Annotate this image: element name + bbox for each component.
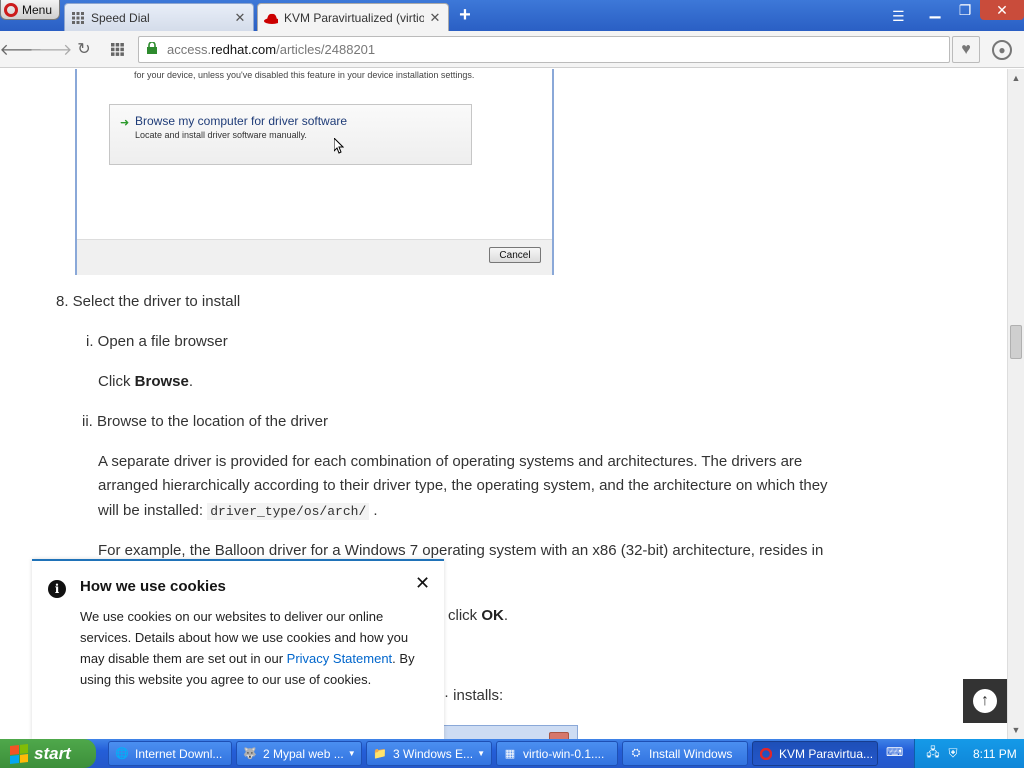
click-ok-fragment: click OK. <box>448 604 508 628</box>
driver-path-code: driver_type/os/arch/ <box>207 503 370 520</box>
mypal-icon: 🐺 <box>243 748 257 760</box>
taskbar-item-label: Install Windows <box>649 746 733 761</box>
tab-close-icon[interactable]: ✕ <box>428 10 442 26</box>
tab-title: Speed Dial <box>91 10 150 25</box>
taskbar-item-label: 2 Mypal web ... <box>263 746 344 761</box>
driver-paragraph-line-1: A separate driver is provided for each c… <box>98 453 803 470</box>
taskbar-item-idm[interactable]: 🌐 Internet Downl... <box>108 741 232 766</box>
opera-menu-button[interactable]: Menu <box>0 0 60 20</box>
driver-paragraph-line-3: will be installed: driver_type/os/arch/ … <box>98 499 378 524</box>
line3-suffix: . <box>373 502 378 519</box>
tab-menu-icon[interactable]: ☰ <box>892 8 905 25</box>
dialog-footer: Cancel <box>77 239 552 275</box>
mouse-cursor-icon <box>333 136 345 157</box>
page-content: for your device, unless you've disabled … <box>0 69 1007 739</box>
dialog-cancel-button: Cancel <box>489 247 541 263</box>
dialog-partial-text: for your device, unless you've disabled … <box>134 70 475 80</box>
windows-logo-icon <box>10 743 28 764</box>
url-prefix: access. <box>167 42 212 57</box>
taskbar: start 🌐 Internet Downl... 🐺 2 Mypal web … <box>0 739 1024 768</box>
click-prefix: Click <box>98 373 135 390</box>
cookie-banner: i How we use cookies ✕ We use cookies on… <box>32 559 444 739</box>
install-icon: ⛭ <box>631 747 641 759</box>
start-label: start <box>34 743 71 763</box>
tab-kvm-article[interactable]: KVM Paravirtualized (virtio) Dr ✕ <box>257 3 449 31</box>
step-8-heading: 8. Select the driver to install <box>56 293 241 310</box>
url-domain: redhat.com <box>211 42 277 57</box>
cookie-close-icon[interactable]: ✕ <box>415 573 430 594</box>
keyboard-icon[interactable]: ⌨ <box>886 745 903 761</box>
line3-prefix: will be installed: <box>98 502 208 519</box>
option-subtitle: Locate and install driver software manua… <box>135 130 307 140</box>
security-icon[interactable]: ⛨ <box>945 746 961 762</box>
profile-icon[interactable]: ● <box>992 40 1012 60</box>
close-window-icon[interactable]: ✕ <box>980 0 1024 20</box>
speed-dial-icon[interactable] <box>107 39 127 59</box>
window-close-icon <box>549 732 569 739</box>
idm-icon: 🌐 <box>115 748 129 760</box>
reload-icon[interactable]: ↻ <box>74 39 94 59</box>
chevron-down-icon: ▼ <box>477 749 485 758</box>
menu-label: Menu <box>22 2 53 17</box>
minimize-icon[interactable]: ▁ <box>920 0 950 20</box>
lock-icon <box>147 41 157 57</box>
back-icon[interactable]: 🡐 <box>0 39 42 59</box>
click-browse-text: Click Browse. <box>98 370 193 394</box>
click-suffix: . <box>188 373 194 390</box>
vertical-scrollbar[interactable]: ▲ ▼ <box>1007 69 1024 739</box>
restore-icon[interactable]: ❐ <box>950 0 980 20</box>
new-tab-icon[interactable]: + <box>455 5 475 26</box>
forward-icon[interactable]: 🡒 <box>30 39 73 59</box>
scrollbar-thumb[interactable] <box>1010 325 1022 359</box>
bookmark-heart-icon[interactable]: ♥ <box>952 36 980 63</box>
taskbar-item-label: virtio-win-0.1.... <box>523 746 605 761</box>
substep-i-heading: i. Open a file browser <box>86 333 228 350</box>
green-arrow-icon: ➜ <box>120 117 130 129</box>
arrow-up-icon: ↑ <box>973 689 997 713</box>
substep-ii-heading: ii. Browse to the location of the driver <box>82 413 328 430</box>
option-title: Browse my computer for driver software <box>135 114 348 128</box>
scroll-up-icon[interactable]: ▲ <box>1008 70 1024 86</box>
scroll-down-icon[interactable]: ▼ <box>1008 722 1024 738</box>
taskbar-item-label: Internet Downl... <box>135 746 223 761</box>
info-icon: i <box>48 580 66 598</box>
click-fragment: click <box>448 607 482 624</box>
opera-logo-icon <box>4 2 18 17</box>
system-tray: 🖧 ⛨ 8:11 PM <box>914 739 1024 768</box>
redhat-icon <box>264 11 278 25</box>
taskbar-item-explorer[interactable]: 📁 3 Windows E... ▼ <box>366 741 492 766</box>
clock: 8:11 PM <box>973 746 1017 761</box>
ok-suffix: . <box>503 607 509 624</box>
privacy-statement-link[interactable]: Privacy Statement <box>287 651 393 666</box>
tab-bar: Menu Speed Dial ✕ KVM Paravirtualized (v… <box>0 0 1024 31</box>
driver-paragraph-line-2: arranged hierarchically according to the… <box>98 477 828 494</box>
taskbar-item-virtio[interactable]: ▦ virtio-win-0.1.... <box>496 741 618 766</box>
taskbar-item-label: KVM Paravirtua... <box>779 746 874 761</box>
browse-bold: Browse <box>134 373 189 390</box>
address-bar[interactable]: access. redhat.com/articles/2488201 <box>138 36 950 63</box>
tab-title: KVM Paravirtualized (virtio) Dr <box>284 10 424 25</box>
network-icon[interactable]: 🖧 <box>925 745 941 762</box>
taskbar-item-install-windows[interactable]: ⛭ Install Windows <box>622 741 748 766</box>
grid-icon <box>71 11 85 25</box>
opera-icon <box>759 747 773 761</box>
browse-driver-option: ➜ Browse my computer for driver software… <box>109 104 472 165</box>
chevron-down-icon: ▼ <box>347 749 356 758</box>
start-button[interactable]: start <box>0 739 96 768</box>
taskbar-item-opera[interactable]: KVM Paravirtua... <box>752 741 878 766</box>
back-to-top-button[interactable]: ↑ <box>963 679 1007 723</box>
archive-icon: ▦ <box>504 748 516 760</box>
installs-fragment: · installs: <box>444 687 504 704</box>
taskbar-item-label: 3 Windows E... <box>393 746 474 761</box>
cookie-heading: How we use cookies <box>80 578 226 595</box>
tab-speed-dial[interactable]: Speed Dial ✕ <box>64 3 254 31</box>
ok-bold: OK <box>481 607 504 624</box>
navigation-bar: 🡐 🡒 ↻ access. redhat.com/articles/2488201… <box>0 31 1024 68</box>
url-path: /articles/2488201 <box>276 42 376 57</box>
taskbar-item-mypal[interactable]: 🐺 2 Mypal web ... ▼ <box>236 741 362 766</box>
cookie-body: We use cookies on our websites to delive… <box>80 606 430 690</box>
tab-close-icon[interactable]: ✕ <box>233 10 247 26</box>
embedded-dialog-screenshot: for your device, unless you've disabled … <box>75 69 554 275</box>
folder-icon: 📁 <box>373 748 387 760</box>
